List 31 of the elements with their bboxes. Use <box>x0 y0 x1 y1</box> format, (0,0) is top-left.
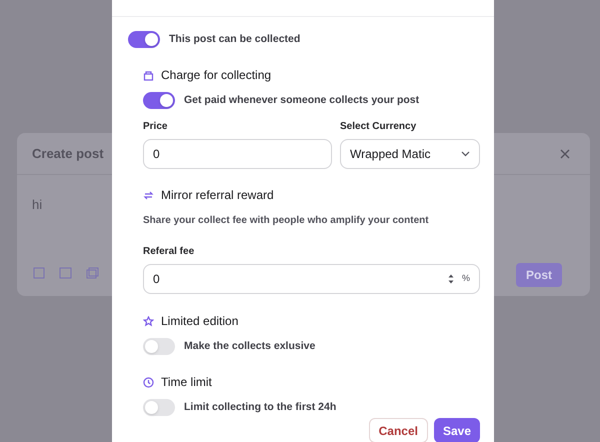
toggle-label: Get paid whenever someone collects your post <box>184 92 420 108</box>
field-label: Price <box>143 120 168 134</box>
star-icon <box>143 316 154 326</box>
card-title: Create post <box>32 144 104 163</box>
toggle-switch[interactable] <box>143 338 175 355</box>
toggle-label: Limit collecting to the first 24h <box>184 400 336 415</box>
referral-fee-field[interactable]: 0 % <box>143 264 480 294</box>
chevron-down-icon <box>461 151 470 157</box>
percent-unit: % <box>462 272 470 286</box>
section-title: Charge for collecting <box>161 67 272 84</box>
swap-arrows-icon <box>143 190 154 200</box>
toggle-switch[interactable] <box>128 31 160 48</box>
currency-select[interactable]: Wrapped Matic <box>340 139 480 169</box>
field-label: Referal fee <box>143 245 196 259</box>
field-label: Select Currency <box>340 120 418 134</box>
close-icon[interactable] <box>560 149 570 159</box>
toggle-switch[interactable] <box>143 92 175 109</box>
cancel-button[interactable]: Cancel <box>368 418 428 442</box>
section-title: Mirror referral reward <box>161 187 274 204</box>
post-text: hi <box>32 197 42 212</box>
toggle-switch[interactable] <box>143 399 175 416</box>
section-title: Limited edition <box>161 313 238 330</box>
price-field[interactable]: 0 <box>143 139 332 169</box>
section-title: Time limit <box>161 374 212 391</box>
toggle-label: Make the collects exlusive <box>184 338 316 354</box>
stepper-icon[interactable] <box>448 273 454 285</box>
save-button[interactable]: Save <box>434 418 480 442</box>
toggle-label: This post can be collected <box>169 32 300 47</box>
clock-icon <box>143 376 154 388</box>
bag-icon <box>143 70 154 80</box>
section-description: Share your collect fee with people who amplify your content <box>143 214 430 228</box>
